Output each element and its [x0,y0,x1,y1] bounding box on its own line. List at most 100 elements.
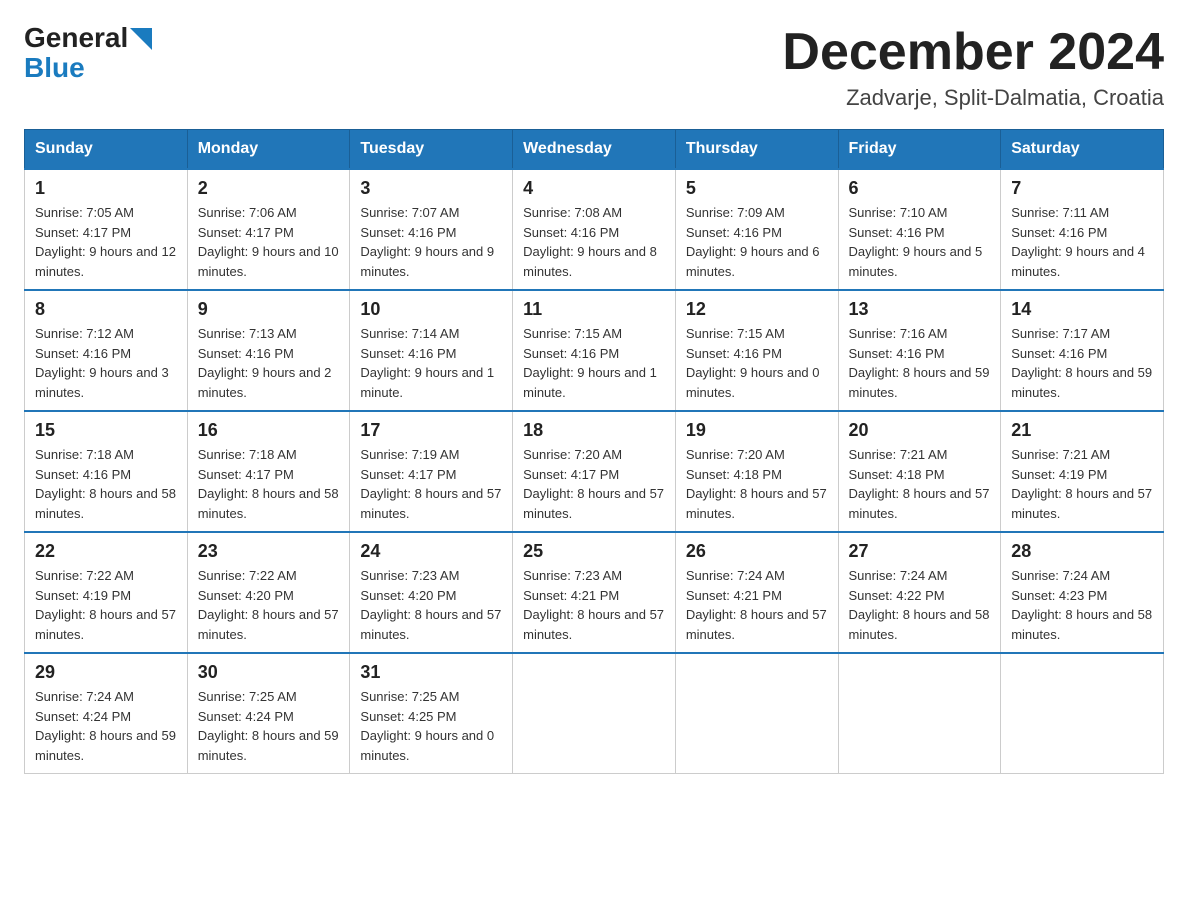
day-info: Sunrise: 7:14 AMSunset: 4:16 PMDaylight:… [360,324,502,402]
day-cell: 11 Sunrise: 7:15 AMSunset: 4:16 PMDayligh… [513,290,676,411]
day-number: 9 [198,299,340,320]
day-number: 4 [523,178,665,199]
title-block: December 2024 Zadvarje, Split-Dalmatia, … [782,24,1164,111]
day-cell: 2Sunrise: 7:06 AMSunset: 4:17 PMDaylight… [187,169,350,290]
day-cell: 28 Sunrise: 7:24 AMSunset: 4:23 PMDayligh… [1001,532,1164,653]
day-cell: 24Sunrise: 7:23 AMSunset: 4:20 PMDayligh… [350,532,513,653]
day-cell: 5 Sunrise: 7:09 AMSunset: 4:16 PMDaylight… [675,169,838,290]
day-number: 20 [849,420,991,441]
day-cell: 25 Sunrise: 7:23 AMSunset: 4:21 PMDayligh… [513,532,676,653]
day-info: Sunrise: 7:24 AMSunset: 4:23 PMDaylight:… [1011,566,1153,644]
day-cell: 3Sunrise: 7:07 AMSunset: 4:16 PMDaylight… [350,169,513,290]
day-info: Sunrise: 7:17 AMSunset: 4:16 PMDaylight:… [1011,324,1153,402]
day-number: 8 [35,299,177,320]
day-cell: 10 Sunrise: 7:14 AMSunset: 4:16 PMDayligh… [350,290,513,411]
day-cell [513,653,676,774]
day-cell [838,653,1001,774]
day-number: 22 [35,541,177,562]
week-row-5: 29Sunrise: 7:24 AMSunset: 4:24 PMDayligh… [25,653,1164,774]
day-number: 17 [360,420,502,441]
day-number: 31 [360,662,502,683]
day-info: Sunrise: 7:10 AMSunset: 4:16 PMDaylight:… [849,203,991,281]
day-info: Sunrise: 7:16 AMSunset: 4:16 PMDaylight:… [849,324,991,402]
month-title: December 2024 [782,24,1164,81]
day-cell: 16Sunrise: 7:18 AMSunset: 4:17 PMDayligh… [187,411,350,532]
logo: General Blue [24,24,152,84]
day-info: Sunrise: 7:23 AMSunset: 4:21 PMDaylight:… [523,566,665,644]
day-info: Sunrise: 7:22 AMSunset: 4:19 PMDaylight:… [35,566,177,644]
day-number: 11 [523,299,665,320]
day-number: 1 [35,178,177,199]
day-info: Sunrise: 7:06 AMSunset: 4:17 PMDaylight:… [198,203,340,281]
day-number: 12 [686,299,828,320]
day-number: 10 [360,299,502,320]
day-number: 5 [686,178,828,199]
logo-blue: Blue [24,52,85,84]
week-row-4: 22 Sunrise: 7:22 AMSunset: 4:19 PMDayligh… [25,532,1164,653]
day-cell: 23 Sunrise: 7:22 AMSunset: 4:20 PMDayligh… [187,532,350,653]
day-info: Sunrise: 7:24 AMSunset: 4:21 PMDaylight:… [686,566,828,644]
day-cell: 22 Sunrise: 7:22 AMSunset: 4:19 PMDayligh… [25,532,188,653]
day-number: 7 [1011,178,1153,199]
week-row-2: 8 Sunrise: 7:12 AMSunset: 4:16 PMDaylight… [25,290,1164,411]
calendar-table: SundayMondayTuesdayWednesdayThursdayFrid… [24,129,1164,774]
day-number: 26 [686,541,828,562]
day-cell: 19 Sunrise: 7:20 AMSunset: 4:18 PMDayligh… [675,411,838,532]
day-cell: 26 Sunrise: 7:24 AMSunset: 4:21 PMDayligh… [675,532,838,653]
day-number: 24 [360,541,502,562]
day-number: 27 [849,541,991,562]
col-header-saturday: Saturday [1001,130,1164,170]
day-cell: 14 Sunrise: 7:17 AMSunset: 4:16 PMDayligh… [1001,290,1164,411]
day-info: Sunrise: 7:15 AMSunset: 4:16 PMDaylight:… [523,324,665,402]
logo-arrow-icon [130,28,152,50]
day-info: Sunrise: 7:20 AMSunset: 4:17 PMDaylight:… [523,445,665,523]
day-cell [675,653,838,774]
day-info: Sunrise: 7:25 AMSunset: 4:25 PMDaylight:… [360,687,502,765]
day-cell: 31 Sunrise: 7:25 AMSunset: 4:25 PMDayligh… [350,653,513,774]
logo-general: General [24,24,128,52]
day-number: 6 [849,178,991,199]
day-info: Sunrise: 7:09 AMSunset: 4:16 PMDaylight:… [686,203,828,281]
day-cell: 18 Sunrise: 7:20 AMSunset: 4:17 PMDayligh… [513,411,676,532]
day-info: Sunrise: 7:24 AMSunset: 4:22 PMDaylight:… [849,566,991,644]
day-info: Sunrise: 7:11 AMSunset: 4:16 PMDaylight:… [1011,203,1153,281]
day-cell [1001,653,1164,774]
day-info: Sunrise: 7:21 AMSunset: 4:18 PMDaylight:… [849,445,991,523]
day-number: 23 [198,541,340,562]
col-header-wednesday: Wednesday [513,130,676,170]
day-cell: 8 Sunrise: 7:12 AMSunset: 4:16 PMDaylight… [25,290,188,411]
day-number: 13 [849,299,991,320]
day-cell: 17 Sunrise: 7:19 AMSunset: 4:17 PMDayligh… [350,411,513,532]
col-header-monday: Monday [187,130,350,170]
day-number: 25 [523,541,665,562]
day-number: 16 [198,420,340,441]
col-header-tuesday: Tuesday [350,130,513,170]
day-info: Sunrise: 7:19 AMSunset: 4:17 PMDaylight:… [360,445,502,523]
day-number: 21 [1011,420,1153,441]
day-number: 18 [523,420,665,441]
day-cell: 13 Sunrise: 7:16 AMSunset: 4:16 PMDayligh… [838,290,1001,411]
day-cell: 4Sunrise: 7:08 AMSunset: 4:16 PMDaylight… [513,169,676,290]
day-info: Sunrise: 7:22 AMSunset: 4:20 PMDaylight:… [198,566,340,644]
day-cell: 9 Sunrise: 7:13 AMSunset: 4:16 PMDaylight… [187,290,350,411]
day-info: Sunrise: 7:13 AMSunset: 4:16 PMDaylight:… [198,324,340,402]
col-header-thursday: Thursday [675,130,838,170]
day-info: Sunrise: 7:24 AMSunset: 4:24 PMDaylight:… [35,687,177,765]
day-number: 30 [198,662,340,683]
day-number: 14 [1011,299,1153,320]
col-header-sunday: Sunday [25,130,188,170]
day-info: Sunrise: 7:07 AMSunset: 4:16 PMDaylight:… [360,203,502,281]
day-info: Sunrise: 7:12 AMSunset: 4:16 PMDaylight:… [35,324,177,402]
week-row-3: 15Sunrise: 7:18 AMSunset: 4:16 PMDayligh… [25,411,1164,532]
day-info: Sunrise: 7:20 AMSunset: 4:18 PMDaylight:… [686,445,828,523]
day-number: 19 [686,420,828,441]
day-cell: 27 Sunrise: 7:24 AMSunset: 4:22 PMDayligh… [838,532,1001,653]
col-header-friday: Friday [838,130,1001,170]
day-number: 28 [1011,541,1153,562]
day-cell: 6 Sunrise: 7:10 AMSunset: 4:16 PMDaylight… [838,169,1001,290]
day-info: Sunrise: 7:21 AMSunset: 4:19 PMDaylight:… [1011,445,1153,523]
day-info: Sunrise: 7:15 AMSunset: 4:16 PMDaylight:… [686,324,828,402]
week-row-1: 1 Sunrise: 7:05 AMSunset: 4:17 PMDaylight… [25,169,1164,290]
day-info: Sunrise: 7:05 AMSunset: 4:17 PMDaylight:… [35,203,177,281]
location: Zadvarje, Split-Dalmatia, Croatia [782,85,1164,111]
